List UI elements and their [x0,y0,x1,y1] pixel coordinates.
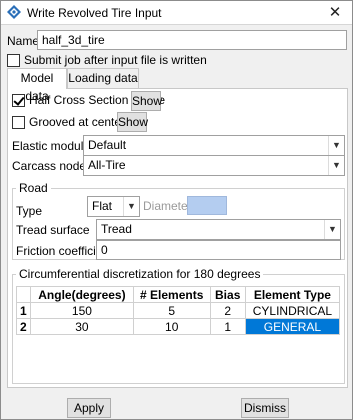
road-group-title: Road [16,181,51,195]
carcass-node-set-value: All-Tire [88,158,126,172]
chevron-down-icon: ▼ [328,156,344,175]
road-type-value: Flat [92,199,113,213]
chevron-down-icon: ▼ [324,220,340,239]
carcass-node-set-select[interactable]: All-Tire ▼ [83,155,345,176]
column-header-elements[interactable]: # Elements [132,286,211,303]
table-corner-cell [16,286,31,303]
road-type-label: Type [16,204,43,218]
half-cross-section-checkbox[interactable] [12,94,25,107]
apply-button[interactable]: Apply [67,398,111,418]
bias-cell[interactable]: 1 [209,318,246,335]
window-title: Write Revolved Tire Input [27,6,162,20]
table-row: 2 30 10 1 GENERAL [16,318,341,335]
friction-coefficient-input[interactable]: 0 [96,240,341,260]
circumferential-group-title: Circumferential discretization for 180 d… [16,267,264,281]
circumferential-table: Angle(degrees) # Elements Bias Element T… [16,286,341,335]
tread-surface-value: Tread [101,222,132,236]
app-icon [7,5,21,19]
chevron-down-icon: ▼ [328,136,344,155]
table-row: 1 150 5 2 CYLINDRICAL [16,302,341,319]
diameter-input [187,196,227,215]
tab-model-data[interactable]: Model data [7,68,67,103]
submit-job-label: Submit job after input file is written [24,53,207,67]
row-index[interactable]: 2 [16,318,31,335]
elastic-moduli-value: Default [88,138,127,152]
dismiss-button[interactable]: Dismiss [241,398,289,418]
column-header-element-type[interactable]: Element Type [244,286,341,303]
element-type-cell[interactable]: GENERAL [244,318,341,335]
column-header-angle[interactable]: Angle(degrees) [30,286,134,303]
angle-cell[interactable]: 30 [30,318,134,335]
model-data-panel: Half Cross Section of Tire Show Grooved … [7,88,348,388]
tread-surface-select[interactable]: Tread ▼ [96,219,341,240]
elastic-moduli-label: Elastic moduli [12,139,87,153]
road-type-select[interactable]: Flat ▼ [87,196,140,217]
close-icon[interactable]: ✕ [326,4,344,22]
row-index[interactable]: 1 [16,302,31,319]
dialog-window: Write Revolved Tire Input ✕ Name: half_3… [0,0,353,420]
elements-cell[interactable]: 10 [132,318,211,335]
angle-cell[interactable]: 150 [30,302,134,319]
tab-loading-data[interactable]: Loading data [67,68,139,88]
half-cross-section-show-button[interactable]: Show [131,91,162,111]
diameter-label: Diameter [143,199,192,213]
bias-cell[interactable]: 2 [209,302,246,319]
name-input[interactable]: half_3d_tire [37,30,347,50]
submit-job-checkbox[interactable] [7,54,20,67]
button-bar: Apply Dismiss [1,394,352,420]
title-bar: Write Revolved Tire Input ✕ [1,1,352,25]
table-header-row: Angle(degrees) # Elements Bias Element T… [16,286,341,303]
column-header-bias[interactable]: Bias [209,286,246,303]
tread-surface-label: Tread surface [16,223,90,237]
chevron-down-icon: ▼ [123,197,139,216]
elements-cell[interactable]: 5 [132,302,211,319]
element-type-cell[interactable]: CYLINDRICAL [244,302,341,319]
elastic-moduli-select[interactable]: Default ▼ [83,135,345,156]
grooved-show-button[interactable]: Show [117,112,148,132]
grooved-checkbox[interactable] [12,116,25,129]
